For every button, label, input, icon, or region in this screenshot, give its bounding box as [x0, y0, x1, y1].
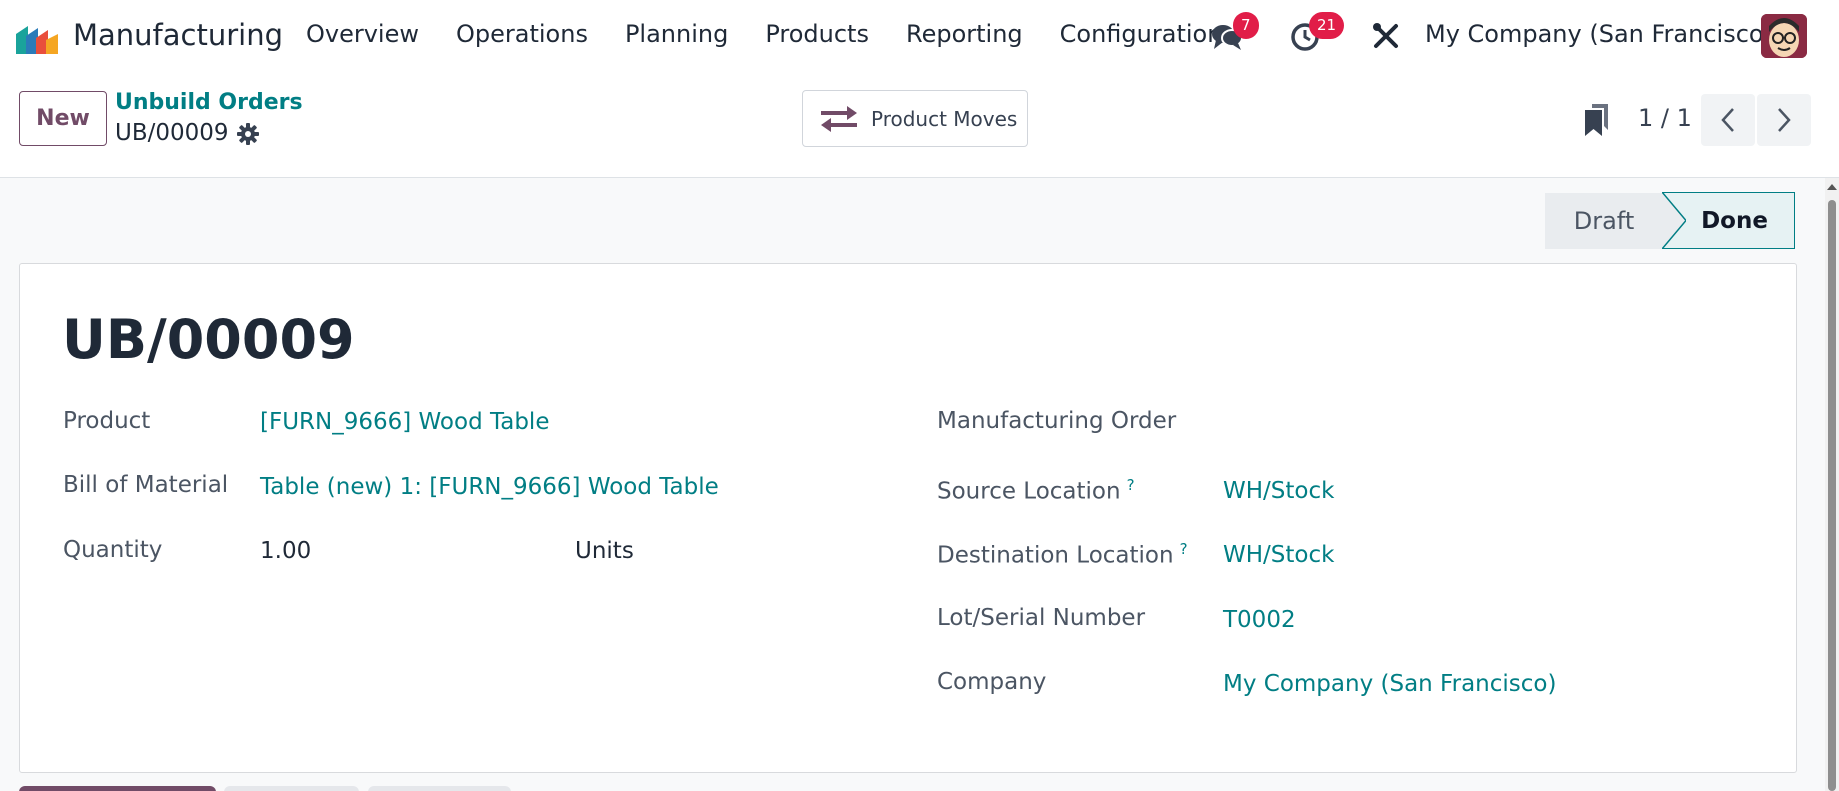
messages-badge: 7: [1233, 12, 1259, 39]
menu-overview[interactable]: Overview: [306, 20, 419, 48]
exchange-arrows-icon: [821, 105, 857, 132]
form-content: Draft Done UB/00009 Product [FURN_9666] …: [0, 178, 1839, 791]
scroll-thumb[interactable]: [1828, 200, 1836, 791]
top-navbar: Manufacturing Overview Operations Planni…: [0, 0, 1839, 72]
main-menu: Overview Operations Planning Products Re…: [306, 20, 1259, 48]
activities-badge: 21: [1309, 12, 1345, 39]
source-location-label-text: Source Location: [937, 478, 1121, 505]
product-label: Product: [63, 408, 151, 434]
menu-reporting[interactable]: Reporting: [906, 20, 1023, 48]
lot-serial-label: Lot/Serial Number: [937, 605, 1146, 631]
destination-location-label: Destination Location?: [937, 540, 1188, 569]
form-sheet: UB/00009 Product [FURN_9666] Wood Table …: [19, 263, 1797, 773]
pager-previous-button[interactable]: [1701, 94, 1755, 146]
notebook-tab[interactable]: [368, 786, 511, 791]
status-arrow-shape: [1662, 191, 1686, 249]
app-name[interactable]: Manufacturing: [73, 18, 283, 52]
uom-field[interactable]: Units: [575, 538, 634, 564]
company-field[interactable]: My Company (San Francisco): [1223, 671, 1556, 697]
pager-next-button[interactable]: [1757, 94, 1811, 146]
breadcrumb-current: UB/00009: [115, 120, 229, 146]
notebook-tab-active[interactable]: [19, 786, 216, 791]
bom-label: Bill of Material: [63, 472, 229, 498]
user-avatar-icon: [1761, 14, 1807, 58]
product-moves-button[interactable]: Product Moves: [802, 90, 1028, 147]
menu-products[interactable]: Products: [765, 20, 869, 48]
avatar[interactable]: [1761, 14, 1807, 58]
quantity-field[interactable]: 1.00: [260, 538, 311, 564]
lot-serial-field[interactable]: T0002: [1223, 607, 1296, 633]
company-label: Company: [937, 669, 1047, 695]
destination-location-field[interactable]: WH/Stock: [1223, 542, 1334, 568]
status-done[interactable]: Done: [1662, 191, 1795, 249]
scroll-up-arrow-icon[interactable]: [1825, 182, 1839, 192]
status-done-label: Done: [1701, 207, 1768, 234]
product-field[interactable]: [FURN_9666] Wood Table: [260, 409, 549, 435]
bookmark-icon[interactable]: [1582, 102, 1612, 138]
destination-location-help[interactable]: ?: [1180, 540, 1188, 558]
menu-planning[interactable]: Planning: [625, 20, 728, 48]
company-switcher[interactable]: My Company (San Francisco): [1425, 20, 1773, 48]
tools-icon[interactable]: [1372, 22, 1400, 50]
breadcrumb-unbuild-orders[interactable]: Unbuild Orders: [115, 90, 303, 115]
destination-location-label-text: Destination Location: [937, 542, 1174, 569]
manufacturing-order-label: Manufacturing Order: [937, 408, 1177, 434]
bom-field[interactable]: Table (new) 1: [FURN_9666] Wood Table: [260, 474, 719, 500]
source-location-label: Source Location?: [937, 476, 1135, 505]
menu-configuration[interactable]: Configuration: [1060, 20, 1223, 48]
chevron-left-icon: [1721, 108, 1734, 132]
product-moves-label: Product Moves: [871, 106, 1018, 131]
notebook-tab[interactable]: [224, 786, 359, 791]
pager-value[interactable]: 1 / 1: [1638, 104, 1692, 132]
menu-operations[interactable]: Operations: [456, 20, 588, 48]
status-bar: Draft Done: [1545, 191, 1795, 250]
manufacturing-app-icon[interactable]: [14, 20, 60, 54]
status-draft[interactable]: Draft: [1545, 193, 1663, 249]
control-panel: New Unbuild Orders UB/00009 Product Move…: [0, 72, 1839, 178]
source-location-field[interactable]: WH/Stock: [1223, 478, 1334, 504]
chevron-right-icon: [1778, 108, 1791, 132]
new-button[interactable]: New: [19, 91, 107, 146]
gear-icon[interactable]: [236, 122, 260, 146]
quantity-label: Quantity: [63, 537, 163, 563]
source-location-help[interactable]: ?: [1127, 476, 1135, 494]
record-title: UB/00009: [62, 308, 355, 371]
